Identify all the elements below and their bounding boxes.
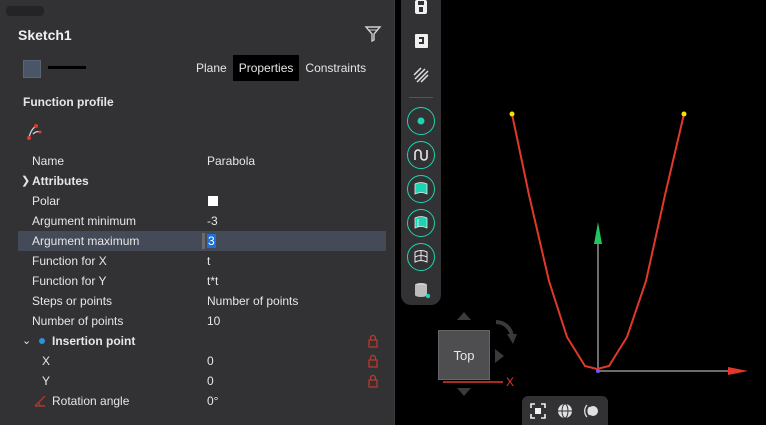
properties-panel: Sketch1 Plane Properties Constraints Fun…	[0, 0, 395, 425]
export-icon[interactable]	[407, 27, 435, 55]
function-x-label: Function for X	[32, 254, 107, 268]
row-steps-or-points[interactable]: Steps or points Number of points	[18, 291, 386, 311]
attributes-label: Attributes	[32, 174, 89, 188]
number-of-points-label: Number of points	[32, 314, 124, 328]
surface-icon	[414, 182, 428, 195]
viewport-bottom-toolbar	[522, 396, 608, 425]
curve-icon	[414, 149, 428, 161]
vertical-toolbar	[401, 0, 441, 305]
lock-icon[interactable]	[368, 334, 378, 348]
point-icon	[39, 338, 45, 344]
cube-x-label: X	[506, 375, 514, 389]
argument-maximum-label: Argument maximum	[32, 234, 140, 248]
insertion-x-value[interactable]: 0	[207, 351, 214, 371]
3d-viewport[interactable]: Y X	[443, 0, 766, 425]
polar-label: Polar	[32, 194, 61, 208]
x-axis-arrow	[728, 367, 748, 375]
surface-tool-button[interactable]	[407, 175, 435, 203]
argument-minimum-label: Argument minimum	[32, 214, 137, 228]
curve-end-point[interactable]	[681, 111, 687, 117]
row-insertion-point[interactable]: ⌄ Insertion point	[18, 331, 386, 351]
y-axis-arrow	[594, 222, 602, 244]
grid-surface-icon	[414, 250, 428, 263]
nav-down-arrow[interactable]	[457, 388, 471, 396]
solid-icon[interactable]	[407, 276, 435, 304]
point-tool-button[interactable]	[407, 107, 435, 135]
row-argument-maximum[interactable]: Argument maximum 3	[18, 231, 386, 251]
line-style-sample[interactable]	[48, 66, 86, 69]
curve-tool-button[interactable]	[407, 141, 435, 169]
save-icon[interactable]	[407, 0, 435, 24]
lock-icon[interactable]	[368, 374, 378, 388]
row-argument-minimum[interactable]: Argument minimum -3	[18, 211, 386, 231]
view-cube[interactable]: Top	[438, 330, 490, 380]
zoom-fit-icon[interactable]	[528, 401, 548, 421]
surface-split-tool-button[interactable]	[407, 209, 435, 237]
rotation-angle-icon	[34, 395, 46, 407]
insertion-y-value[interactable]: 0	[207, 371, 214, 391]
number-of-points-value[interactable]: 10	[207, 311, 220, 331]
function-y-label: Function for Y	[32, 274, 107, 288]
section-title: Function profile	[23, 95, 114, 109]
row-function-y[interactable]: Function for Y t*t	[18, 271, 386, 291]
steps-label: Steps or points	[32, 294, 113, 308]
point-icon	[417, 117, 425, 125]
nav-right-arrow[interactable]	[495, 349, 504, 363]
row-insertion-y[interactable]: Y 0	[18, 371, 386, 391]
polar-checkbox[interactable]	[208, 196, 218, 206]
steps-value[interactable]: Number of points	[207, 291, 298, 311]
rotation-angle-value[interactable]: 0°	[207, 391, 218, 411]
view-cube-label: Top	[453, 347, 475, 363]
function-y-value[interactable]: t*t	[207, 271, 218, 291]
row-function-x[interactable]: Function for X t	[18, 251, 386, 271]
name-value[interactable]: Parabola	[207, 151, 255, 171]
curve-start-point[interactable]	[509, 111, 515, 117]
rotate-arrow-head	[507, 334, 517, 344]
surface-split-icon	[414, 216, 428, 229]
function-x-value[interactable]: t	[207, 251, 210, 271]
function-profile-icon	[27, 124, 42, 140]
panel-tabs: Plane Properties Constraints	[190, 55, 372, 81]
row-polar[interactable]: Polar	[18, 191, 386, 211]
origin-point	[596, 369, 600, 373]
lock-icon[interactable]	[368, 354, 378, 368]
insertion-point-label: Insertion point	[52, 334, 136, 348]
sketch-title: Sketch1	[18, 27, 72, 43]
name-label: Name	[32, 154, 65, 168]
sketch-color-swatch[interactable]	[23, 60, 41, 78]
insertion-x-label: X	[42, 354, 51, 368]
nav-up-arrow[interactable]	[457, 312, 471, 320]
hatch-icon[interactable]	[407, 61, 435, 89]
tab-properties[interactable]: Properties	[232, 55, 300, 81]
rotation-angle-label: Rotation angle	[52, 394, 130, 408]
argument-maximum-input[interactable]: 3	[207, 234, 216, 248]
row-insertion-x[interactable]: X 0	[18, 351, 386, 371]
toolbar-divider	[409, 97, 433, 98]
edit-marker	[202, 233, 205, 249]
filter-icon[interactable]	[364, 25, 382, 43]
row-attributes[interactable]: ❯ Attributes	[18, 171, 386, 191]
chevron-right-icon[interactable]: ❯	[21, 171, 30, 191]
insertion-y-label: Y	[42, 374, 51, 388]
shading-icon[interactable]	[555, 401, 575, 421]
property-list: Name Parabola ❯ Attributes Polar Argumen…	[18, 151, 386, 411]
tab-constraints[interactable]: Constraints	[299, 55, 372, 81]
row-number-of-points[interactable]: Number of points 10	[18, 311, 386, 331]
panel-tab-handle[interactable]	[6, 6, 44, 16]
argument-minimum-value[interactable]: -3	[207, 211, 218, 231]
grid-surface-tool-button[interactable]	[407, 243, 435, 271]
render-icon[interactable]	[582, 401, 602, 421]
row-rotation-angle[interactable]: Rotation angle 0°	[18, 391, 386, 411]
tab-plane[interactable]: Plane	[190, 55, 233, 81]
row-name[interactable]: Name Parabola	[18, 151, 386, 171]
chevron-down-icon[interactable]: ⌄	[22, 331, 31, 351]
